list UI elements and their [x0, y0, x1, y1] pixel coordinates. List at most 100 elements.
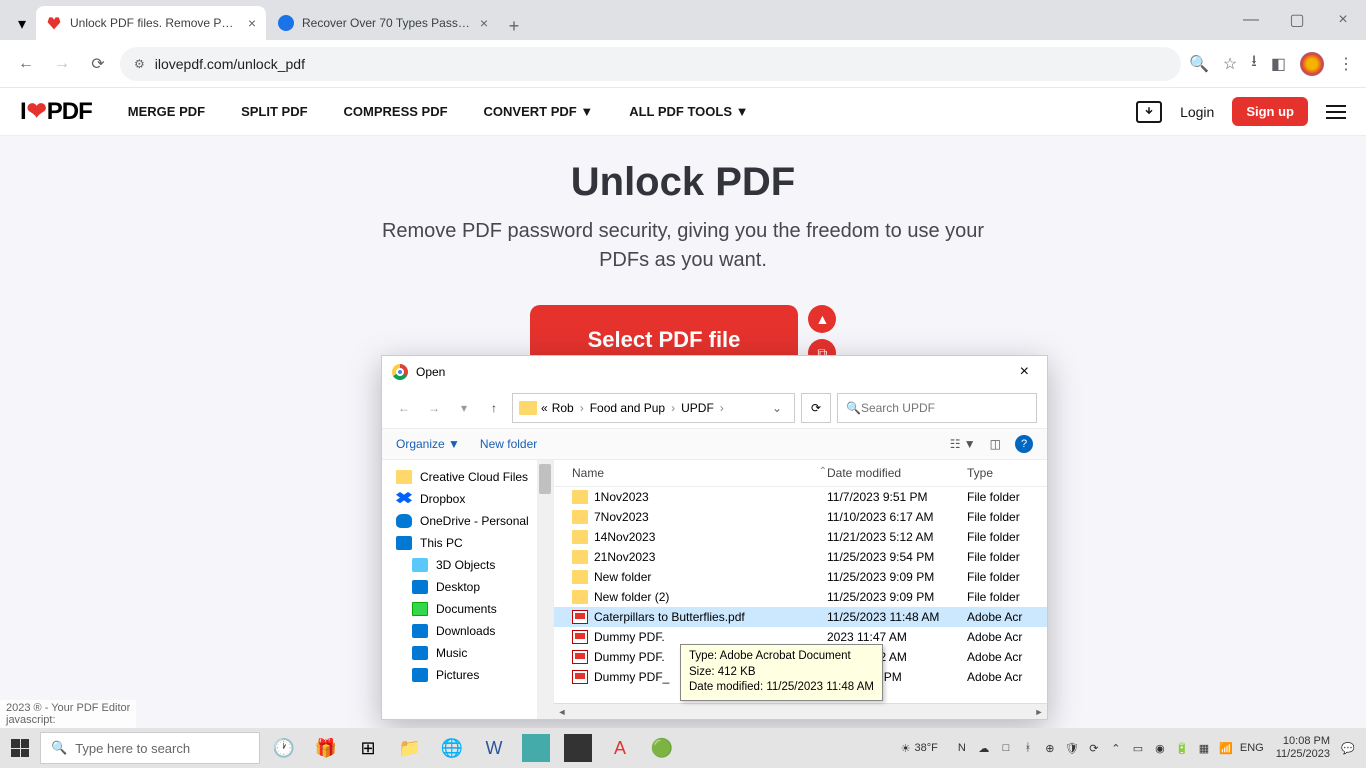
tree-item[interactable]: Pictures — [382, 664, 553, 686]
crumb-dropdown[interactable]: ⌄ — [766, 401, 788, 415]
tree-item[interactable]: Documents — [382, 598, 553, 620]
close-tab-icon[interactable]: × — [248, 15, 256, 31]
new-tab-button[interactable]: + — [500, 12, 528, 40]
task-explorer-icon[interactable]: 📁 — [390, 728, 430, 768]
notifications-button[interactable]: 💬 — [1336, 728, 1360, 768]
url-input[interactable]: ⚙ ilovepdf.com/unlock_pdf — [120, 47, 1181, 81]
taskbar-search[interactable]: 🔍 Type here to search — [40, 732, 260, 764]
task-chrome-icon[interactable]: 🌐 — [432, 728, 472, 768]
folder-icon — [572, 510, 588, 524]
nav-split[interactable]: SPLIT PDF — [241, 104, 307, 119]
tray-lang-icon[interactable]: ENG — [1240, 740, 1264, 756]
profile-avatar[interactable] — [1300, 52, 1324, 76]
nav-compress[interactable]: COMPRESS PDF — [344, 104, 448, 119]
tree-item[interactable]: Downloads — [382, 620, 553, 642]
tray-box-icon[interactable]: □ — [998, 740, 1014, 756]
tree-item[interactable]: Dropbox — [382, 488, 553, 510]
tabs-dropdown[interactable]: ▾ — [8, 8, 36, 40]
organize-menu[interactable]: Organize ▼ — [396, 437, 460, 451]
reload-button[interactable]: ⟳ — [84, 50, 112, 78]
back-button[interactable]: ← — [12, 50, 40, 78]
weather-widget[interactable]: ☀ 38°F — [901, 742, 938, 755]
task-acrobat-icon[interactable]: A — [600, 728, 640, 768]
site-settings-icon[interactable]: ⚙ — [134, 57, 145, 71]
task-app-icon[interactable] — [522, 734, 550, 762]
dialog-close-button[interactable]: × — [1012, 359, 1037, 385]
tray-display-icon[interactable]: ▭ — [1130, 740, 1146, 756]
tree-item[interactable]: Creative Cloud Files — [382, 466, 553, 488]
close-window-button[interactable]: × — [1320, 0, 1366, 40]
google-drive-button[interactable]: ▲ — [808, 305, 836, 333]
tray-security-icon[interactable]: 🛡 — [1064, 740, 1080, 756]
tray-onenote-icon[interactable]: N — [954, 740, 970, 756]
signup-button[interactable]: Sign up — [1232, 97, 1308, 126]
col-date-header[interactable]: Date modified — [827, 466, 967, 480]
crumb-food[interactable]: Food and Pup — [590, 401, 665, 415]
refresh-button[interactable]: ⟳ — [801, 393, 831, 423]
tray-sync-icon[interactable]: ⟳ — [1086, 740, 1102, 756]
tree-item[interactable]: Desktop — [382, 576, 553, 598]
browser-tab-active[interactable]: Unlock PDF files. Remove PDF p × — [36, 6, 266, 40]
tree-item[interactable]: Music — [382, 642, 553, 664]
task-clock-icon[interactable]: 🕐 — [264, 728, 304, 768]
file-row[interactable]: 1Nov202311/7/2023 9:51 PMFile folder — [554, 487, 1047, 507]
preview-pane-button[interactable]: ◫ — [990, 437, 1001, 451]
maximize-button[interactable]: ▢ — [1274, 0, 1320, 40]
file-row[interactable]: New folder (2)11/25/2023 9:09 PMFile fol… — [554, 587, 1047, 607]
nav-back-button[interactable]: ← — [392, 401, 416, 415]
tray-onedrive-icon[interactable]: ☁ — [976, 740, 992, 756]
file-row[interactable]: Caterpillars to Butterflies.pdf11/25/202… — [554, 607, 1047, 627]
task-gift-icon[interactable]: 🎁 — [306, 728, 346, 768]
tray-battery-icon[interactable]: 🔋 — [1174, 740, 1190, 756]
nav-merge[interactable]: MERGE PDF — [128, 104, 205, 119]
nav-forward-button[interactable]: → — [422, 401, 446, 415]
nav-up-button[interactable]: ↑ — [482, 401, 506, 415]
downloads-icon[interactable]: ⭳ — [1251, 50, 1257, 77]
search-input[interactable] — [861, 401, 1028, 415]
search-box[interactable]: 🔍 — [837, 393, 1037, 423]
new-folder-button[interactable]: New folder — [480, 437, 537, 451]
tray-app-icon[interactable]: ⊕ — [1042, 740, 1058, 756]
file-row[interactable]: New folder11/25/2023 9:09 PMFile folder — [554, 567, 1047, 587]
nav-recent-dropdown[interactable]: ▾ — [452, 401, 476, 415]
tray-nvidia-icon[interactable]: ◉ — [1152, 740, 1168, 756]
login-link[interactable]: Login — [1180, 104, 1214, 120]
side-panel-icon[interactable]: ◧ — [1271, 54, 1286, 74]
tree-scrollbar[interactable] — [537, 460, 553, 719]
task-word-icon[interactable]: W — [474, 728, 514, 768]
view-options-button[interactable]: ☷ ▼ — [950, 437, 976, 451]
crumb-updf[interactable]: UPDF — [681, 401, 714, 415]
tree-item[interactable]: 3D Objects — [382, 554, 553, 576]
minimize-button[interactable]: — — [1228, 0, 1274, 40]
start-button[interactable] — [0, 728, 40, 768]
horizontal-scrollbar[interactable]: ◄► — [554, 703, 1047, 719]
taskbar-clock[interactable]: 10:08 PM 11/25/2023 — [1276, 735, 1330, 761]
tree-item[interactable]: OneDrive - Personal — [382, 510, 553, 532]
zoom-icon[interactable]: 🔍 — [1189, 54, 1209, 74]
forward-button[interactable]: → — [48, 50, 76, 78]
breadcrumb-bar[interactable]: « Rob› Food and Pup› UPDF› ⌄ — [512, 393, 795, 423]
site-logo[interactable]: I ❤ PDF — [20, 97, 92, 126]
tray-network-icon[interactable]: ▦ — [1196, 740, 1212, 756]
task-view-icon[interactable]: ⊞ — [348, 728, 388, 768]
tray-wifi-icon[interactable]: 📶 — [1218, 740, 1234, 756]
close-tab-icon[interactable]: × — [480, 15, 488, 31]
browser-tab-inactive[interactable]: Recover Over 70 Types Passwor × — [268, 6, 498, 40]
task-app3-icon[interactable]: 🟢 — [642, 728, 682, 768]
task-app2-icon[interactable] — [564, 734, 592, 762]
browser-menu-icon[interactable]: ⋮ — [1338, 54, 1354, 74]
file-row[interactable]: 21Nov202311/25/2023 9:54 PMFile folder — [554, 547, 1047, 567]
desktop-app-icon[interactable] — [1136, 101, 1162, 123]
menu-icon[interactable] — [1326, 105, 1346, 119]
file-row[interactable]: 7Nov202311/10/2023 6:17 AMFile folder — [554, 507, 1047, 527]
crumb-rob[interactable]: Rob — [552, 401, 574, 415]
tray-chevron-up-icon[interactable]: ⌃ — [1108, 740, 1124, 756]
tray-bluetooth-icon[interactable]: ᚼ — [1020, 740, 1036, 756]
help-button[interactable]: ? — [1015, 435, 1033, 453]
nav-all-tools[interactable]: ALL PDF TOOLS ▼ — [629, 104, 748, 119]
col-type-header[interactable]: Type — [967, 466, 1037, 480]
nav-convert[interactable]: CONVERT PDF ▼ — [484, 104, 594, 119]
file-row[interactable]: 14Nov202311/21/2023 5:12 AMFile folder — [554, 527, 1047, 547]
tree-item[interactable]: This PC — [382, 532, 553, 554]
bookmark-icon[interactable]: ☆ — [1223, 54, 1237, 74]
